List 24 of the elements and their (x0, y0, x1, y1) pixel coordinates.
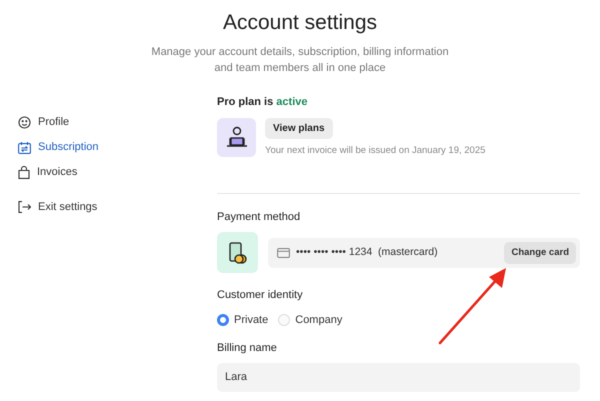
radio-option[interactable]: Private (217, 312, 268, 328)
exit-settings-link[interactable]: Exit settings (18, 199, 217, 216)
page-subtitle: Manage your account details, subscription, billing information and team members all in one place (150, 45, 450, 76)
section-heading: Payment method (217, 210, 302, 225)
page-title: Account settings (222, 10, 378, 36)
calendar-sync-icon (18, 142, 31, 154)
invoice-note: Your next invoice will be issued on January 19, 2025 (265, 144, 486, 158)
radio-option[interactable]: Company (278, 312, 342, 328)
smiley-icon (18, 116, 31, 129)
field-label: Billing name (217, 341, 278, 356)
billing-name-field[interactable]: Lara (217, 362, 580, 392)
view-plans-button[interactable]: View plans (265, 118, 333, 138)
plan-status: Pro plan is active (217, 95, 308, 110)
exit-icon (18, 201, 31, 214)
change-card-button[interactable]: Change card (504, 242, 576, 264)
sidebar-item[interactable]: Profile (18, 114, 217, 131)
sidebar-item[interactable]: Invoices (18, 164, 217, 181)
sidebar-item[interactable]: Subscription (18, 139, 217, 156)
card-number: •••• •••• •••• 1234 (mastercard) (296, 244, 438, 260)
credit-card-icon (277, 248, 290, 258)
section-heading: Customer identity (217, 288, 304, 304)
phone-coin-icon (217, 232, 258, 274)
bag-icon (18, 166, 30, 179)
laptop-user-icon (217, 118, 256, 156)
